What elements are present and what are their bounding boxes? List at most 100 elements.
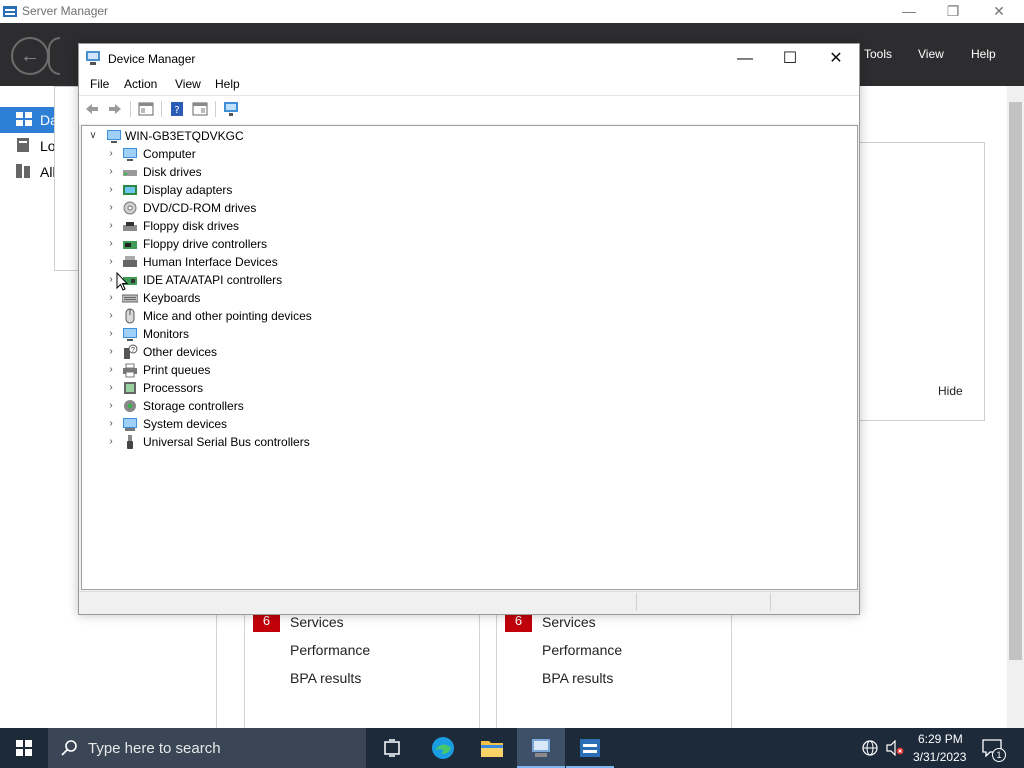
toolbar-separator bbox=[215, 101, 216, 117]
tree-category-label: Floppy disk drives bbox=[143, 219, 240, 233]
computer-root-icon bbox=[107, 130, 121, 143]
tree-category-label: Other devices bbox=[143, 345, 218, 359]
svg-text:?: ? bbox=[131, 347, 135, 354]
status-separator bbox=[636, 593, 637, 611]
tree-category-label: Human Interface Devices bbox=[143, 255, 278, 269]
help-icon[interactable]: ? bbox=[169, 101, 185, 117]
printer-icon bbox=[123, 363, 137, 378]
tile-performance-link[interactable]: Performance bbox=[542, 642, 622, 658]
sm-minimize-button[interactable]: — bbox=[886, 0, 932, 23]
chevron-right-icon[interactable]: › bbox=[106, 163, 116, 181]
sm-close-button[interactable]: ✕ bbox=[976, 0, 1022, 23]
local-server-icon bbox=[17, 138, 29, 152]
back-icon[interactable]: ← bbox=[11, 37, 49, 75]
chevron-right-icon[interactable]: › bbox=[106, 307, 116, 325]
sm-hide-link[interactable]: Hide bbox=[938, 384, 963, 398]
tree-category-label: Monitors bbox=[143, 327, 190, 341]
windows-start-icon[interactable] bbox=[16, 740, 32, 756]
dm-menu-action[interactable]: Action bbox=[124, 77, 157, 91]
forward-icon[interactable] bbox=[48, 37, 60, 75]
sm-scrollbar-thumb[interactable] bbox=[1009, 102, 1022, 660]
dvd-icon bbox=[123, 201, 137, 215]
tile-services-link[interactable]: Services bbox=[542, 614, 596, 630]
scan-hardware-icon[interactable] bbox=[223, 101, 239, 117]
all-servers-icon bbox=[16, 164, 30, 178]
toolbar-separator bbox=[130, 101, 131, 117]
chevron-right-icon[interactable]: › bbox=[106, 217, 116, 235]
forward-arrow-icon[interactable] bbox=[107, 101, 123, 117]
dm-minimize-button[interactable]: — bbox=[722, 44, 768, 73]
device-manager-taskbar-icon bbox=[532, 739, 550, 757]
server-manager-titlebar bbox=[0, 0, 1024, 23]
chevron-right-icon[interactable]: › bbox=[106, 343, 116, 361]
sm-menu-help[interactable]: Help bbox=[971, 47, 996, 61]
sm-restore-button[interactable]: ❐ bbox=[930, 0, 976, 23]
chevron-right-icon[interactable]: › bbox=[106, 325, 116, 343]
floppy-drive-icon bbox=[123, 222, 137, 231]
sm-menu-view[interactable]: View bbox=[918, 47, 944, 61]
processor-icon bbox=[124, 382, 136, 394]
computer-icon bbox=[123, 148, 137, 161]
chevron-right-icon[interactable]: › bbox=[106, 415, 116, 433]
chevron-down-icon[interactable]: ∨ bbox=[88, 127, 98, 145]
floppy-controller-icon bbox=[123, 241, 137, 249]
device-manager-app-icon bbox=[86, 51, 100, 65]
hid-icon bbox=[123, 256, 137, 267]
dm-menu-help[interactable]: Help bbox=[215, 77, 240, 91]
back-arrow-icon[interactable] bbox=[84, 101, 100, 117]
chevron-right-icon[interactable]: › bbox=[106, 253, 116, 271]
network-globe-icon[interactable] bbox=[862, 740, 878, 756]
chevron-right-icon[interactable]: › bbox=[106, 145, 116, 163]
server-manager-taskbar-icon[interactable] bbox=[578, 736, 602, 760]
search-icon bbox=[61, 740, 77, 756]
monitor-icon bbox=[123, 328, 137, 341]
status-separator bbox=[770, 593, 771, 611]
sm-menu-tools[interactable]: Tools bbox=[864, 47, 892, 61]
tree-category-label: Mice and other pointing devices bbox=[143, 309, 312, 323]
sm-left-nav bbox=[0, 86, 56, 728]
properties-icon[interactable] bbox=[192, 101, 208, 117]
edge-browser-icon[interactable] bbox=[430, 735, 456, 761]
dm-maximize-button[interactable]: ☐ bbox=[767, 44, 813, 73]
tree-category-label: DVD/CD-ROM drives bbox=[143, 201, 257, 215]
chevron-right-icon[interactable]: › bbox=[106, 271, 116, 289]
sm-welcome-panel-right bbox=[858, 142, 985, 421]
chevron-right-icon[interactable]: › bbox=[106, 433, 116, 451]
chevron-right-icon[interactable]: › bbox=[106, 361, 116, 379]
tile-performance-link[interactable]: Performance bbox=[290, 642, 370, 658]
tree-root-label: WIN-GB3ETQDVKGC bbox=[125, 129, 244, 143]
chevron-right-icon[interactable]: › bbox=[106, 235, 116, 253]
task-view-icon[interactable] bbox=[382, 738, 402, 758]
dm-menu-view[interactable]: View bbox=[175, 77, 201, 91]
chevron-right-icon[interactable]: › bbox=[106, 289, 116, 307]
tree-category-label: Computer bbox=[143, 147, 196, 161]
tree-category-label: Disk drives bbox=[143, 165, 202, 179]
tree-category-label: System devices bbox=[143, 417, 228, 431]
taskbar-clock-date[interactable]: 3/31/2023 bbox=[913, 750, 966, 764]
volume-muted-icon[interactable] bbox=[886, 740, 904, 756]
show-hide-console-tree-icon[interactable] bbox=[138, 101, 154, 117]
chevron-right-icon[interactable]: › bbox=[106, 181, 116, 199]
tile-services-link[interactable]: Services bbox=[290, 614, 344, 630]
storage-controller-icon bbox=[124, 400, 136, 412]
dm-close-button[interactable]: ✕ bbox=[813, 44, 859, 73]
tree-category-label: Display adapters bbox=[143, 183, 233, 197]
tree-category-label: Print queues bbox=[143, 363, 211, 377]
tree-category-label: Storage controllers bbox=[143, 399, 244, 413]
file-explorer-icon[interactable] bbox=[480, 737, 504, 759]
dm-menu-file[interactable]: File bbox=[90, 77, 109, 91]
chevron-right-icon[interactable]: › bbox=[106, 397, 116, 415]
chevron-right-icon[interactable]: › bbox=[106, 379, 116, 397]
taskbar-clock-time[interactable]: 6:29 PM bbox=[918, 732, 963, 746]
server-manager-title: Server Manager bbox=[22, 4, 109, 18]
tile-bpa-link[interactable]: BPA results bbox=[290, 670, 361, 686]
toolbar-separator bbox=[161, 101, 162, 117]
mouse-cursor-icon bbox=[116, 272, 128, 291]
usb-icon bbox=[127, 435, 133, 449]
tree-category-label: Keyboards bbox=[143, 291, 201, 305]
display-adapter-icon bbox=[123, 185, 137, 195]
chevron-right-icon[interactable]: › bbox=[106, 199, 116, 217]
disk-drive-icon bbox=[123, 170, 137, 176]
tile-bpa-link[interactable]: BPA results bbox=[542, 670, 613, 686]
taskbar-search-placeholder[interactable]: Type here to search bbox=[88, 740, 221, 757]
